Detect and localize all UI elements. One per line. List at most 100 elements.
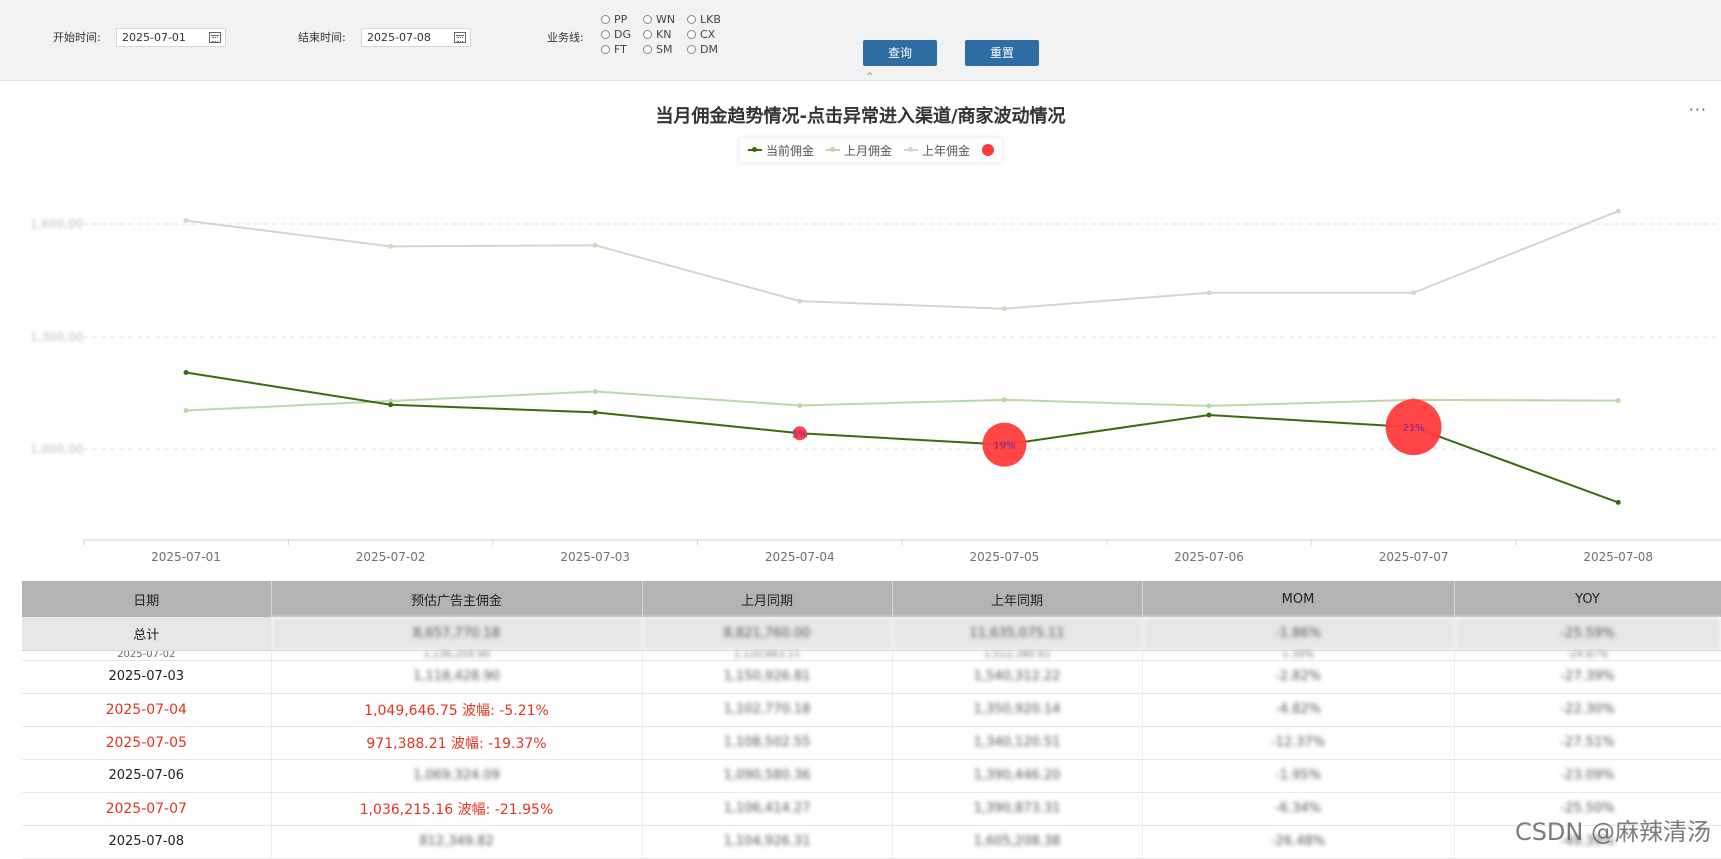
radio-wn[interactable]: WN xyxy=(643,13,675,27)
series-point-1[interactable] xyxy=(592,388,598,394)
collapse-caret-icon[interactable]: ^ xyxy=(866,72,874,82)
cell-mom: -2.82% xyxy=(1142,660,1455,694)
cell-yoy: -27.51% xyxy=(1454,726,1721,760)
cell-last-year: 1,340,120.51 xyxy=(892,726,1143,760)
series-line-2 xyxy=(185,210,1619,310)
series-point-0[interactable] xyxy=(592,409,598,415)
calendar-icon[interactable] xyxy=(454,32,466,43)
radio-lkb[interactable]: LKB xyxy=(687,13,721,27)
x-tick-label: 2025-07-07 xyxy=(1379,550,1449,564)
cell-yoy: -23.09% xyxy=(1454,759,1721,793)
cell-last-year: 1,540,312.22 xyxy=(892,660,1143,694)
radio-kn[interactable]: KN xyxy=(643,28,671,42)
x-tick-label: 2025-07-08 xyxy=(1583,550,1653,564)
cell-last-month: 1,102,770.18 xyxy=(642,693,893,727)
start-date-input[interactable]: 2025-07-01 xyxy=(116,28,226,47)
cell-last-month: 1,106,414.27 xyxy=(642,792,893,826)
total-yoy: -25.59% xyxy=(1454,617,1721,651)
csdn-watermark: CSDN @麻辣清汤 xyxy=(1514,818,1711,846)
reset-button[interactable]: 重置 xyxy=(965,40,1039,66)
radio-sm[interactable]: SM xyxy=(643,43,672,57)
radio-circle-icon xyxy=(687,30,696,39)
business-line-label: 业务线: xyxy=(547,31,584,44)
cell-date: 2025-07-03 xyxy=(22,660,272,694)
cell-commission: 1,136,254.90 xyxy=(271,650,643,661)
total-commission: 8,657,770.18 xyxy=(271,617,643,651)
anomaly-label: 5% xyxy=(792,429,808,440)
cell-last-year: 1,512,380.42 xyxy=(892,650,1143,661)
col-header-yoy[interactable]: YOY xyxy=(1454,581,1721,617)
series-point-0[interactable] xyxy=(1206,412,1212,418)
table-row: 2025-07-06 1,069,324.09 1,090,580.36 1,390,… xyxy=(22,759,1721,793)
x-tick-label: 2025-07-03 xyxy=(560,550,630,564)
radio-circle-icon xyxy=(687,45,696,54)
calendar-icon[interactable] xyxy=(209,32,221,43)
series-point-2[interactable] xyxy=(1001,306,1007,312)
y-tick-label: 1,600,00 xyxy=(30,217,83,231)
cell-last-year: 1,605,208.38 xyxy=(892,825,1143,859)
series-point-2[interactable] xyxy=(1411,290,1417,296)
radio-pp[interactable]: PP xyxy=(601,13,627,27)
table-row: 2025-07-03 1,118,428.90 1,150,926.81 1,540,… xyxy=(22,660,1721,694)
cell-mom: 1.39% xyxy=(1142,650,1455,661)
radio-dm[interactable]: DM xyxy=(687,43,718,57)
cell-last-year: 1,390,873.31 xyxy=(892,792,1143,826)
cell-commission[interactable]: 971,388.21 波幅: -19.37% xyxy=(271,726,643,760)
col-header-last-month[interactable]: 上月同期 xyxy=(642,581,893,617)
series-point-1[interactable] xyxy=(1206,403,1212,409)
series-point-1[interactable] xyxy=(1615,398,1621,404)
table-row-partial: 2025-07-02 1,136,254.90 1,120,663.11 1,5… xyxy=(22,650,1721,661)
table-row-anomaly: 2025-07-05 971,388.21 波幅: -19.37% 1,108,50… xyxy=(22,726,1721,760)
total-mom: -1.86% xyxy=(1142,617,1455,651)
anomaly-label: 19% xyxy=(993,441,1015,452)
y-tick-label: 1,000,00 xyxy=(30,442,83,456)
radio-cx[interactable]: CX xyxy=(687,28,715,42)
cell-date[interactable]: 2025-07-04 xyxy=(22,693,272,727)
col-header-mom[interactable]: MOM xyxy=(1142,581,1455,617)
x-tick-label: 2025-07-06 xyxy=(1174,550,1244,564)
cell-mom: -4.82% xyxy=(1142,693,1455,727)
series-point-2[interactable] xyxy=(592,242,598,248)
series-point-2[interactable] xyxy=(1206,290,1212,296)
radio-circle-icon xyxy=(643,15,652,24)
end-date-input[interactable]: 2025-07-08 xyxy=(361,28,471,47)
query-button[interactable]: 查询 xyxy=(863,40,937,66)
cell-yoy: -22.30% xyxy=(1454,693,1721,727)
x-tick-label: 2025-07-02 xyxy=(356,550,426,564)
col-header-last-year[interactable]: 上年同期 xyxy=(892,581,1143,617)
filter-bar: 开始时间: 2025-07-01 结束时间: 2025-07-08 业务线: P… xyxy=(0,0,1721,82)
table-row-anomaly: 2025-07-07 1,036,215.16 波幅: -21.95% 1,106,… xyxy=(22,792,1721,826)
radio-circle-icon xyxy=(601,30,610,39)
radio-circle-icon xyxy=(601,15,610,24)
series-point-0[interactable] xyxy=(1615,499,1621,505)
cell-commission[interactable]: 1,036,215.16 波幅: -21.95% xyxy=(271,792,643,826)
cell-yoy: -27.39% xyxy=(1454,660,1721,694)
cell-date: 2025-07-06 xyxy=(22,759,272,793)
series-point-2[interactable] xyxy=(183,218,189,224)
radio-ft[interactable]: FT xyxy=(601,43,627,57)
series-point-2[interactable] xyxy=(797,298,803,304)
series-point-2[interactable] xyxy=(1615,208,1621,214)
cell-last-month: 1,120,663.11 xyxy=(642,650,893,661)
col-header-date[interactable]: 日期 xyxy=(22,581,272,617)
series-point-2[interactable] xyxy=(388,243,394,249)
cell-date[interactable]: 2025-07-05 xyxy=(22,726,272,760)
cell-commission[interactable]: 1,049,646.75 波幅: -5.21% xyxy=(271,693,643,727)
radio-dg[interactable]: DG xyxy=(601,28,631,42)
col-header-commission[interactable]: 预估广告主佣金 xyxy=(271,581,643,617)
commission-trend-chart: 当月佣金趋势情况-点击异常进入渠道/商家波动情况 ··· 当前佣金 上月佣金 上… xyxy=(0,82,1721,582)
series-point-0[interactable] xyxy=(183,369,189,375)
cell-date: 2025-07-02 xyxy=(22,650,272,661)
series-point-0[interactable] xyxy=(388,402,394,408)
cell-last-month: 1,090,580.36 xyxy=(642,759,893,793)
cell-mom: -6.34% xyxy=(1142,792,1455,826)
series-point-1[interactable] xyxy=(1001,397,1007,403)
radio-circle-icon xyxy=(643,30,652,39)
radio-circle-icon xyxy=(687,15,696,24)
cell-date[interactable]: 2025-07-07 xyxy=(22,792,272,826)
cell-commission: 1,069,324.09 xyxy=(271,759,643,793)
cell-last-month: 1,104,926.31 xyxy=(642,825,893,859)
series-point-1[interactable] xyxy=(797,403,803,409)
series-point-1[interactable] xyxy=(183,407,189,413)
total-label: 总计 xyxy=(22,617,272,651)
